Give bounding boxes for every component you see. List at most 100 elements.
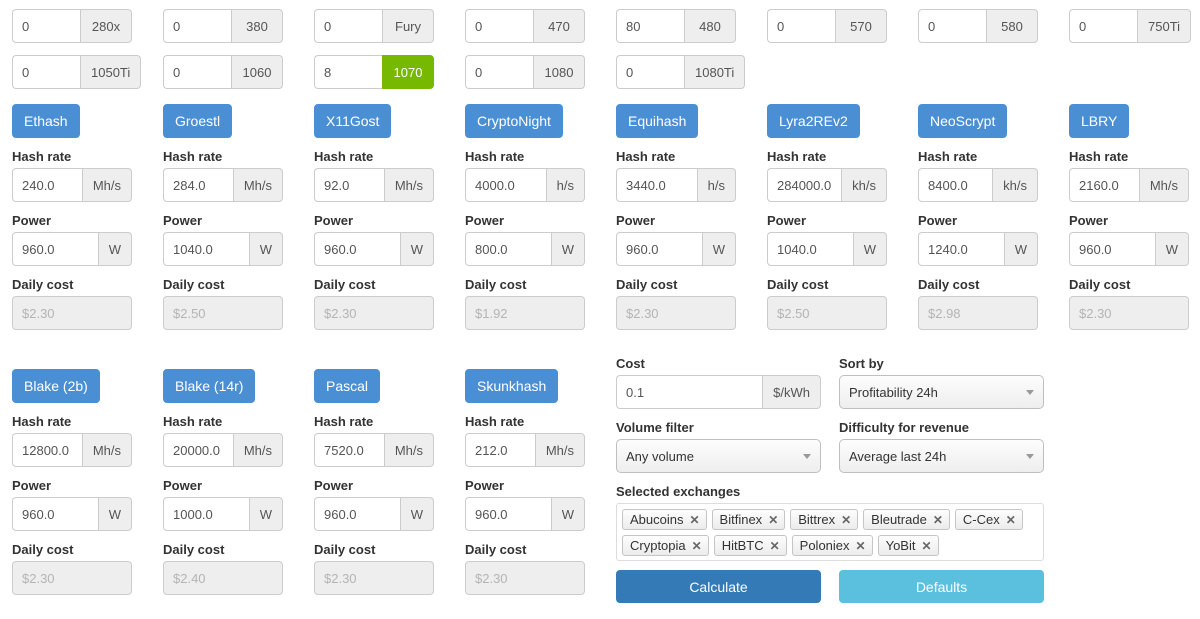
- selected-exchanges-box[interactable]: Abucoins ✕ Bitfinex ✕ Bittrex ✕ Bleutrade ✕ C-Ce…: [616, 503, 1044, 561]
- input-group: 284.0 Mh/s: [163, 168, 283, 202]
- exchange-tag[interactable]: Cryptopia ✕: [622, 535, 709, 556]
- close-icon[interactable]: ✕: [856, 540, 866, 552]
- action-button-row: Calculate Defaults: [616, 570, 1044, 603]
- calculate-button[interactable]: Calculate: [616, 570, 821, 603]
- input-group: 12800.0 Mh/s: [12, 433, 132, 467]
- algorithm-button[interactable]: Lyra2REv2: [767, 104, 860, 138]
- close-icon[interactable]: ✕: [921, 540, 931, 552]
- power-input[interactable]: 960.0: [314, 232, 400, 266]
- hash-rate-input[interactable]: 8400.0: [918, 168, 993, 202]
- gpu-input-group: 0 280x: [12, 9, 132, 43]
- power-unit-addon: W: [399, 232, 434, 266]
- power-input[interactable]: 800.0: [465, 232, 551, 266]
- exchange-tag[interactable]: Abucoins ✕: [622, 509, 707, 530]
- power-unit-addon: W: [701, 232, 736, 266]
- hash-rate-input[interactable]: 4000.0: [465, 168, 546, 202]
- sort-by-select[interactable]: Profitability 24h: [839, 375, 1044, 409]
- exchange-tag[interactable]: Bittrex ✕: [790, 509, 859, 530]
- gpu-count-input[interactable]: 0: [465, 9, 533, 43]
- power-unit-addon: W: [97, 497, 132, 531]
- algorithm-button[interactable]: Pascal: [314, 369, 381, 403]
- power-input[interactable]: 1040.0: [163, 232, 249, 266]
- hash-rate-unit-addon: Mh/s: [81, 433, 132, 467]
- exchange-tag[interactable]: Bleutrade ✕: [863, 509, 950, 530]
- power-input[interactable]: 960.0: [12, 497, 98, 531]
- power-label: Power: [163, 478, 203, 493]
- gpu-count-input[interactable]: 0: [1069, 9, 1137, 43]
- algorithm-button[interactable]: Ethash: [12, 104, 80, 138]
- algorithm-button[interactable]: X11Gost: [314, 104, 392, 138]
- close-icon[interactable]: ✕: [770, 540, 780, 552]
- gpu-count-input[interactable]: 0: [163, 55, 231, 89]
- exchange-tag[interactable]: Poloniex ✕: [791, 535, 873, 556]
- defaults-button[interactable]: Defaults: [839, 570, 1044, 603]
- power-input[interactable]: 960.0: [616, 232, 702, 266]
- input-group: 4000.0 h/s: [465, 168, 585, 202]
- exchange-tag[interactable]: C-Cex ✕: [954, 509, 1023, 530]
- volume-filter-select-wrap: Any volume: [616, 439, 821, 473]
- gpu-count-input[interactable]: 80: [616, 9, 684, 43]
- hash-rate-input[interactable]: 92.0: [314, 168, 384, 202]
- hash-rate-unit-addon: Mh/s: [383, 433, 434, 467]
- volume-filter-select[interactable]: Any volume: [616, 439, 821, 473]
- gpu-count-input[interactable]: 0: [767, 9, 835, 43]
- hash-rate-label: Hash rate: [314, 414, 374, 429]
- exchange-tag[interactable]: Bitfinex ✕: [711, 509, 786, 530]
- close-icon[interactable]: ✕: [841, 514, 851, 526]
- power-input[interactable]: 960.0: [1069, 232, 1155, 266]
- power-label: Power: [465, 213, 505, 228]
- volume-filter-group: Volume filter Any volume: [616, 421, 821, 473]
- close-icon[interactable]: ✕: [692, 540, 702, 552]
- input-group: 960.0 W: [12, 232, 132, 266]
- power-input[interactable]: 960.0: [12, 232, 98, 266]
- gpu-count-input[interactable]: 0: [12, 55, 80, 89]
- difficulty-select[interactable]: Average last 24h: [839, 439, 1044, 473]
- close-icon[interactable]: ✕: [933, 514, 943, 526]
- gpu-count-input[interactable]: 0: [918, 9, 986, 43]
- gpu-input-group: 0 1080: [465, 55, 585, 89]
- power-input[interactable]: 1000.0: [163, 497, 249, 531]
- close-icon[interactable]: ✕: [689, 514, 699, 526]
- algorithm-button[interactable]: Blake (14r): [163, 369, 256, 403]
- exchange-tag[interactable]: HitBTC ✕: [713, 535, 787, 556]
- power-input[interactable]: 1240.0: [918, 232, 1004, 266]
- power-label: Power: [918, 213, 958, 228]
- gpu-count-input[interactable]: 8: [314, 55, 382, 89]
- volume-and-difficulty-row: Volume filter Any volume Difficulty for …: [616, 421, 1044, 473]
- input-group: 8400.0 kh/s: [918, 168, 1038, 202]
- daily-cost-output: $2.30: [314, 561, 434, 595]
- input-group: 960.0 W: [314, 497, 434, 531]
- close-icon[interactable]: ✕: [1006, 514, 1016, 526]
- hash-rate-input[interactable]: 284.0: [163, 168, 233, 202]
- algorithm-button[interactable]: CryptoNight: [465, 104, 563, 138]
- hash-rate-input[interactable]: 284000.0: [767, 168, 842, 202]
- gpu-count-input[interactable]: 0: [465, 55, 533, 89]
- power-input[interactable]: 960.0: [314, 497, 400, 531]
- hash-rate-input[interactable]: 2160.0: [1069, 168, 1139, 202]
- gpu-model-addon: 1080: [533, 55, 585, 89]
- algorithm-button[interactable]: NeoScrypt: [918, 104, 1008, 138]
- algorithm-button[interactable]: Blake (2b): [12, 369, 100, 403]
- power-input[interactable]: 1040.0: [767, 232, 853, 266]
- algorithm-button[interactable]: LBRY: [1069, 104, 1130, 138]
- gpu-input-group: 0 470: [465, 9, 585, 43]
- exchange-tag[interactable]: YoBit ✕: [877, 535, 939, 556]
- hash-rate-input[interactable]: 3440.0: [616, 168, 697, 202]
- hash-rate-unit-addon: kh/s: [841, 168, 887, 202]
- gpu-count-input[interactable]: 0: [616, 55, 684, 89]
- hash-rate-input[interactable]: 12800.0: [12, 433, 82, 467]
- power-unit-addon: W: [1003, 232, 1038, 266]
- close-icon[interactable]: ✕: [768, 514, 778, 526]
- cost-input[interactable]: 0.1: [616, 375, 763, 409]
- hash-rate-input[interactable]: 20000.0: [163, 433, 233, 467]
- algorithm-button[interactable]: Equihash: [616, 104, 699, 138]
- power-input[interactable]: 960.0: [465, 497, 551, 531]
- algorithm-button[interactable]: Skunkhash: [465, 369, 559, 403]
- hash-rate-input[interactable]: 240.0: [12, 168, 82, 202]
- hash-rate-input[interactable]: 7520.0: [314, 433, 384, 467]
- algorithm-button[interactable]: Groestl: [163, 104, 233, 138]
- gpu-count-input[interactable]: 0: [12, 9, 80, 43]
- hash-rate-input[interactable]: 212.0: [465, 433, 535, 467]
- gpu-count-input[interactable]: 0: [314, 9, 382, 43]
- gpu-count-input[interactable]: 0: [163, 9, 231, 43]
